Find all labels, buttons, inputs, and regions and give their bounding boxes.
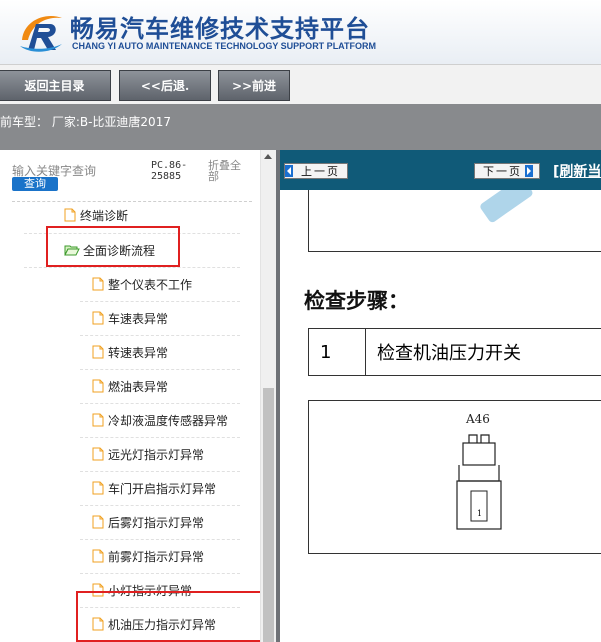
document-icon xyxy=(92,277,104,291)
steps-heading: 检查步骤： xyxy=(304,289,409,313)
pc-code: PC.86-25885 xyxy=(151,160,188,182)
back-button[interactable]: <<后退. xyxy=(119,70,211,101)
tree-item-label: 燃油表异常 xyxy=(108,379,169,394)
prev-page-button[interactable]: 上一页 xyxy=(284,163,348,179)
brand-title: 畅易汽车维修技术支持平台 xyxy=(70,15,370,43)
next-page-label: 下一页 xyxy=(483,165,522,178)
forward-button[interactable]: >>前进 xyxy=(218,70,290,101)
tree-item-label: 车门开启指示灯异常 xyxy=(108,481,217,496)
arrow-right-icon xyxy=(525,165,533,177)
brand-logo-icon xyxy=(20,16,62,52)
document-icon xyxy=(92,481,104,495)
tree-item-label: 后雾灯指示灯异常 xyxy=(108,515,205,530)
next-page-button[interactable]: 下一页 xyxy=(474,163,540,179)
document-content: 检查步骤： 1 检查机油压力开关 1 A46 xyxy=(280,190,601,642)
highlight-box xyxy=(46,226,180,267)
sidebar-scrollbar[interactable] xyxy=(260,150,276,642)
refresh-link[interactable]: [刷新当 xyxy=(553,161,601,181)
tree-item-label: 整个仪表不工作 xyxy=(108,277,193,292)
tree-item-label: 冷却液温度传感器异常 xyxy=(108,413,229,428)
document-icon xyxy=(92,345,104,359)
highlight-box xyxy=(76,591,266,642)
tree-item[interactable]: 远光灯指示灯异常 xyxy=(92,437,204,471)
home-button[interactable]: 返回主目录 xyxy=(0,70,111,101)
connector-diagram: 1 xyxy=(308,400,601,554)
connector-icon xyxy=(456,434,502,530)
document-icon xyxy=(92,447,104,461)
tree-item[interactable]: 后雾灯指示灯异常 xyxy=(92,505,204,539)
watermark-logo xyxy=(471,190,547,240)
divider xyxy=(12,201,252,202)
document-icon xyxy=(92,549,104,563)
tree-item-label: 车速表异常 xyxy=(108,311,169,326)
document-icon xyxy=(64,208,76,222)
tree-item[interactable]: 整个仪表不工作 xyxy=(92,267,192,301)
vehicle-info-bar: 当前车型： 厂家:B-比亚迪唐2017 xyxy=(0,104,601,150)
arrow-left-icon xyxy=(285,165,293,177)
document-icon xyxy=(92,515,104,529)
step-number-cell: 1 xyxy=(308,328,366,376)
nav-toolbar: 返回主目录 <<后退. >>前进 xyxy=(0,64,601,104)
app-header: 畅易汽车维修技术支持平台 CHANG YI AUTO MAINTENANCE T… xyxy=(0,0,601,64)
app-window: 畅易汽车维修技术支持平台 CHANG YI AUTO MAINTENANCE T… xyxy=(0,0,601,642)
tree-item[interactable]: 转速表异常 xyxy=(92,335,168,369)
current-vehicle-text: 当前车型： 厂家:B-比亚迪唐2017 xyxy=(0,115,171,129)
scroll-thumb[interactable] xyxy=(263,388,274,642)
pin-label: 1 xyxy=(477,509,483,518)
scroll-up-icon[interactable] xyxy=(264,154,272,159)
brand-subtitle: CHANG YI AUTO MAINTENANCE TECHNOLOGY SUP… xyxy=(72,41,377,51)
document-icon xyxy=(92,379,104,393)
document-icon xyxy=(92,413,104,427)
search-button[interactable]: 查询 xyxy=(12,177,58,191)
tree-item[interactable]: 前雾灯指示灯异常 xyxy=(92,539,204,573)
prev-page-label: 上一页 xyxy=(301,165,340,178)
search-area: 输入关键字查询 查询 PC.86-25885 折叠全部 xyxy=(0,150,260,200)
collapse-all-link[interactable]: 折叠全部 xyxy=(208,160,248,182)
document-icon xyxy=(92,311,104,325)
tree-item[interactable]: 车门开启指示灯异常 xyxy=(92,471,216,505)
tree-item[interactable]: 冷却液温度传感器异常 xyxy=(92,403,228,437)
tree-item[interactable]: 燃油表异常 xyxy=(92,369,168,403)
tree-item-label: 前雾灯指示灯异常 xyxy=(108,549,205,564)
tree-item-label: 远光灯指示灯异常 xyxy=(108,447,205,462)
sidebar-tree: 输入关键字查询 查询 PC.86-25885 折叠全部 终端诊断 全面诊断流程 … xyxy=(0,150,276,642)
tree-item[interactable]: 车速表异常 xyxy=(92,301,168,335)
tree-item-label: 转速表异常 xyxy=(108,345,169,360)
connector-label: A46 xyxy=(466,412,490,426)
tree-item-label: 终端诊断 xyxy=(80,208,129,223)
diagram-image xyxy=(308,190,601,252)
step-text-cell: 检查机油压力开关 xyxy=(365,328,601,376)
